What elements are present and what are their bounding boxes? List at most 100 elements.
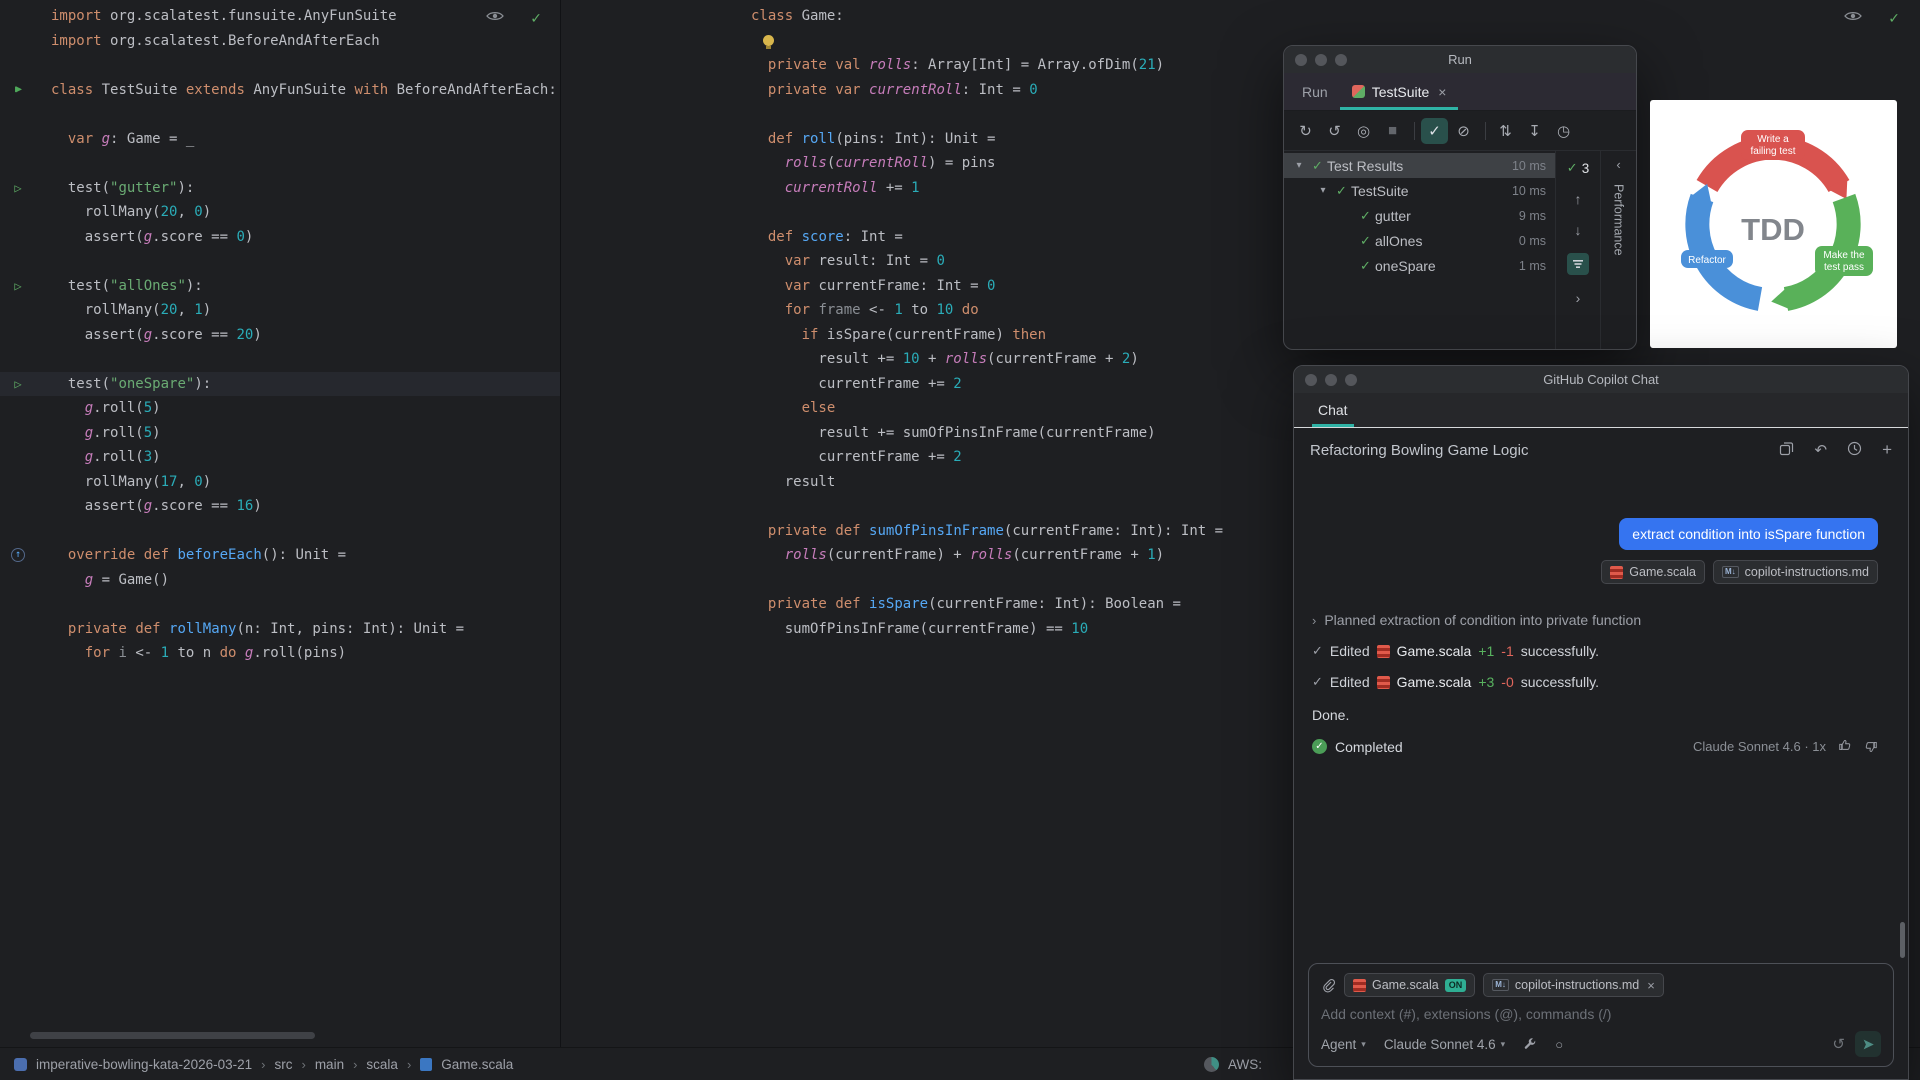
diff-removed: -0 bbox=[1501, 674, 1514, 690]
test-name: TestSuite bbox=[1351, 182, 1409, 199]
thumbs-up-icon[interactable] bbox=[1838, 738, 1852, 755]
close-window-button[interactable] bbox=[1295, 53, 1307, 66]
model-selector[interactable]: Claude Sonnet 4.6 ▾ bbox=[1384, 1037, 1505, 1052]
zoom-window-button[interactable] bbox=[1335, 53, 1347, 66]
code-line: def score: Int = bbox=[767, 228, 903, 245]
edited-file-name[interactable]: Game.scala bbox=[1397, 674, 1472, 690]
code-line bbox=[751, 29, 1223, 54]
code-line: var result: Int = 0 bbox=[784, 253, 945, 269]
paperclip-icon[interactable] bbox=[1321, 978, 1336, 993]
scala-file-icon bbox=[420, 1057, 433, 1071]
no-problems-check-icon[interactable]: ✓ bbox=[1888, 10, 1900, 27]
previous-test-icon[interactable]: ↑ bbox=[1575, 191, 1582, 207]
send-button[interactable] bbox=[1855, 1031, 1881, 1057]
scala-file-chip[interactable]: Game.scala bbox=[1601, 560, 1705, 584]
run-test-gutter-icon[interactable]: ▷ bbox=[9, 274, 27, 299]
aws-connection-icon[interactable] bbox=[1204, 1056, 1219, 1072]
close-icon[interactable]: × bbox=[1647, 978, 1655, 993]
test-tree-row[interactable]: ▾ ✓ TestSuite 10 ms bbox=[1284, 178, 1555, 203]
run-tab-testsuite[interactable]: TestSuite × bbox=[1340, 73, 1459, 110]
test-name: oneSpare bbox=[1375, 257, 1436, 274]
chat-input-box[interactable]: Game.scala ON M↓ copilot-instructions.md × A… bbox=[1308, 963, 1894, 1067]
performance-tab[interactable]: Performance bbox=[1612, 184, 1626, 256]
breadcrumb-item[interactable]: scala bbox=[366, 1057, 398, 1072]
test-history-icon[interactable]: ◷ bbox=[1550, 118, 1577, 144]
run-class-gutter-icon[interactable]: ▶▶ bbox=[9, 78, 27, 103]
scala-file-chip[interactable]: Game.scala ON bbox=[1344, 973, 1476, 997]
test-name: allOnes bbox=[1375, 232, 1423, 249]
code-line: rollMany(17, 0) bbox=[51, 473, 212, 490]
close-window-button[interactable] bbox=[1305, 373, 1317, 386]
run-with-coverage-icon[interactable]: ◎ bbox=[1350, 118, 1377, 144]
highlighting-eye-icon[interactable] bbox=[486, 9, 505, 27]
code-line: ▷ test("allOnes"): bbox=[14, 274, 557, 299]
show-passed-filter-icon[interactable]: ✓ bbox=[1421, 117, 1448, 144]
completed-check-icon: ✓ bbox=[1312, 739, 1327, 754]
import-test-results-icon[interactable]: ↧ bbox=[1521, 118, 1548, 144]
new-chat-icon[interactable]: + bbox=[1882, 440, 1892, 460]
edited-file-name[interactable]: Game.scala bbox=[1397, 643, 1472, 659]
breadcrumb-file[interactable]: Game.scala bbox=[441, 1057, 513, 1072]
chat-scrollbar[interactable] bbox=[1900, 922, 1905, 958]
markdown-file-chip[interactable]: M↓ copilot-instructions.md × bbox=[1483, 973, 1664, 997]
zoom-window-button[interactable] bbox=[1345, 373, 1357, 386]
next-test-icon[interactable]: ↓ bbox=[1575, 222, 1582, 238]
breadcrumb: imperative-bowling-kata-2026-03-21 › src › m… bbox=[14, 1057, 513, 1072]
code-line: ▶▶ class TestSuite extends AnyFunSuite wi… bbox=[15, 78, 557, 103]
test-duration: 1 ms bbox=[1518, 258, 1546, 273]
scala-icon bbox=[1610, 565, 1624, 579]
breadcrumb-project[interactable]: imperative-bowling-kata-2026-03-21 bbox=[36, 1057, 252, 1072]
copilot-window-titlebar[interactable]: GitHub Copilot Chat bbox=[1294, 366, 1908, 393]
code-line: currentFrame += 2 bbox=[751, 449, 962, 465]
rerun-tests-icon[interactable]: ↻ bbox=[1292, 118, 1319, 144]
aws-status-label[interactable]: AWS: bbox=[1228, 1057, 1262, 1072]
filter-tests-icon[interactable] bbox=[1567, 253, 1589, 275]
conversations-stack-icon[interactable] bbox=[1779, 441, 1794, 460]
show-ignored-filter-icon[interactable]: ⊘ bbox=[1450, 118, 1477, 144]
undo-icon[interactable]: ↶ bbox=[1814, 441, 1827, 459]
test-tree-row[interactable]: ✓ allOnes 0 ms bbox=[1284, 228, 1555, 253]
override-gutter-icon[interactable]: ↑ bbox=[11, 548, 25, 562]
test-tree-row[interactable]: ✓ oneSpare 1 ms bbox=[1284, 253, 1555, 278]
chevron-down-icon: ▾ bbox=[1500, 1038, 1506, 1049]
code-line: import org.scalatest.funsuite.AnyFunSuit… bbox=[51, 8, 397, 24]
run-test-gutter-icon[interactable]: ▷ bbox=[9, 176, 27, 201]
no-problems-check-icon[interactable]: ✓ bbox=[530, 10, 542, 27]
expand-panel-icon[interactable]: › bbox=[1576, 290, 1581, 306]
horizontal-scrollbar[interactable] bbox=[30, 1032, 315, 1039]
run-window-titlebar[interactable]: Run bbox=[1284, 46, 1636, 73]
chevron-down-icon[interactable]: ▾ bbox=[1290, 160, 1308, 171]
stop-icon[interactable]: ■ bbox=[1379, 118, 1406, 144]
edit-check-icon: ✓ bbox=[1312, 643, 1323, 658]
minimize-window-button[interactable] bbox=[1325, 373, 1337, 386]
highlighting-eye-icon[interactable] bbox=[1844, 9, 1863, 27]
status-circle-icon[interactable]: ○ bbox=[1555, 1037, 1563, 1052]
intention-bulb-icon[interactable] bbox=[763, 34, 774, 49]
tools-wrench-icon[interactable] bbox=[1523, 1037, 1537, 1051]
thumbs-down-icon[interactable] bbox=[1864, 740, 1878, 754]
test-tree-row[interactable]: ▾ ✓ Test Results 10 ms bbox=[1284, 153, 1555, 178]
passed-count: 3 bbox=[1581, 160, 1590, 176]
retry-icon[interactable]: ↺ bbox=[1832, 1035, 1845, 1053]
minimize-window-button[interactable] bbox=[1315, 53, 1327, 66]
breadcrumb-item[interactable]: main bbox=[315, 1057, 344, 1072]
run-tab-run[interactable]: Run bbox=[1290, 73, 1340, 110]
breadcrumb-separator: › bbox=[406, 1056, 412, 1072]
markdown-file-chip[interactable]: M↓ copilot-instructions.md bbox=[1712, 560, 1878, 584]
collapse-strip-icon[interactable]: ‹ bbox=[1616, 157, 1620, 172]
test-editor-pane[interactable]: import org.scalatest.funsuite.AnyFunSuit… bbox=[0, 0, 561, 1047]
test-tree-row[interactable]: ✓ gutter 9 ms bbox=[1284, 203, 1555, 228]
history-icon[interactable] bbox=[1847, 441, 1862, 460]
chevron-down-icon[interactable]: ▾ bbox=[1314, 185, 1332, 196]
tab-chat[interactable]: Chat bbox=[1312, 393, 1354, 427]
mode-selector[interactable]: Agent ▾ bbox=[1321, 1037, 1366, 1052]
rerun-failed-tests-icon[interactable]: ↺ bbox=[1321, 118, 1348, 144]
chat-input[interactable] bbox=[1321, 1006, 1881, 1022]
breadcrumb-item[interactable]: src bbox=[274, 1057, 292, 1072]
plan-step-row[interactable]: › Planned extraction of condition into p… bbox=[1312, 612, 1878, 628]
run-test-gutter-icon[interactable]: ▷ bbox=[9, 372, 27, 397]
close-icon[interactable]: × bbox=[1438, 84, 1446, 100]
sort-tests-icon[interactable]: ⇅ bbox=[1492, 118, 1519, 144]
